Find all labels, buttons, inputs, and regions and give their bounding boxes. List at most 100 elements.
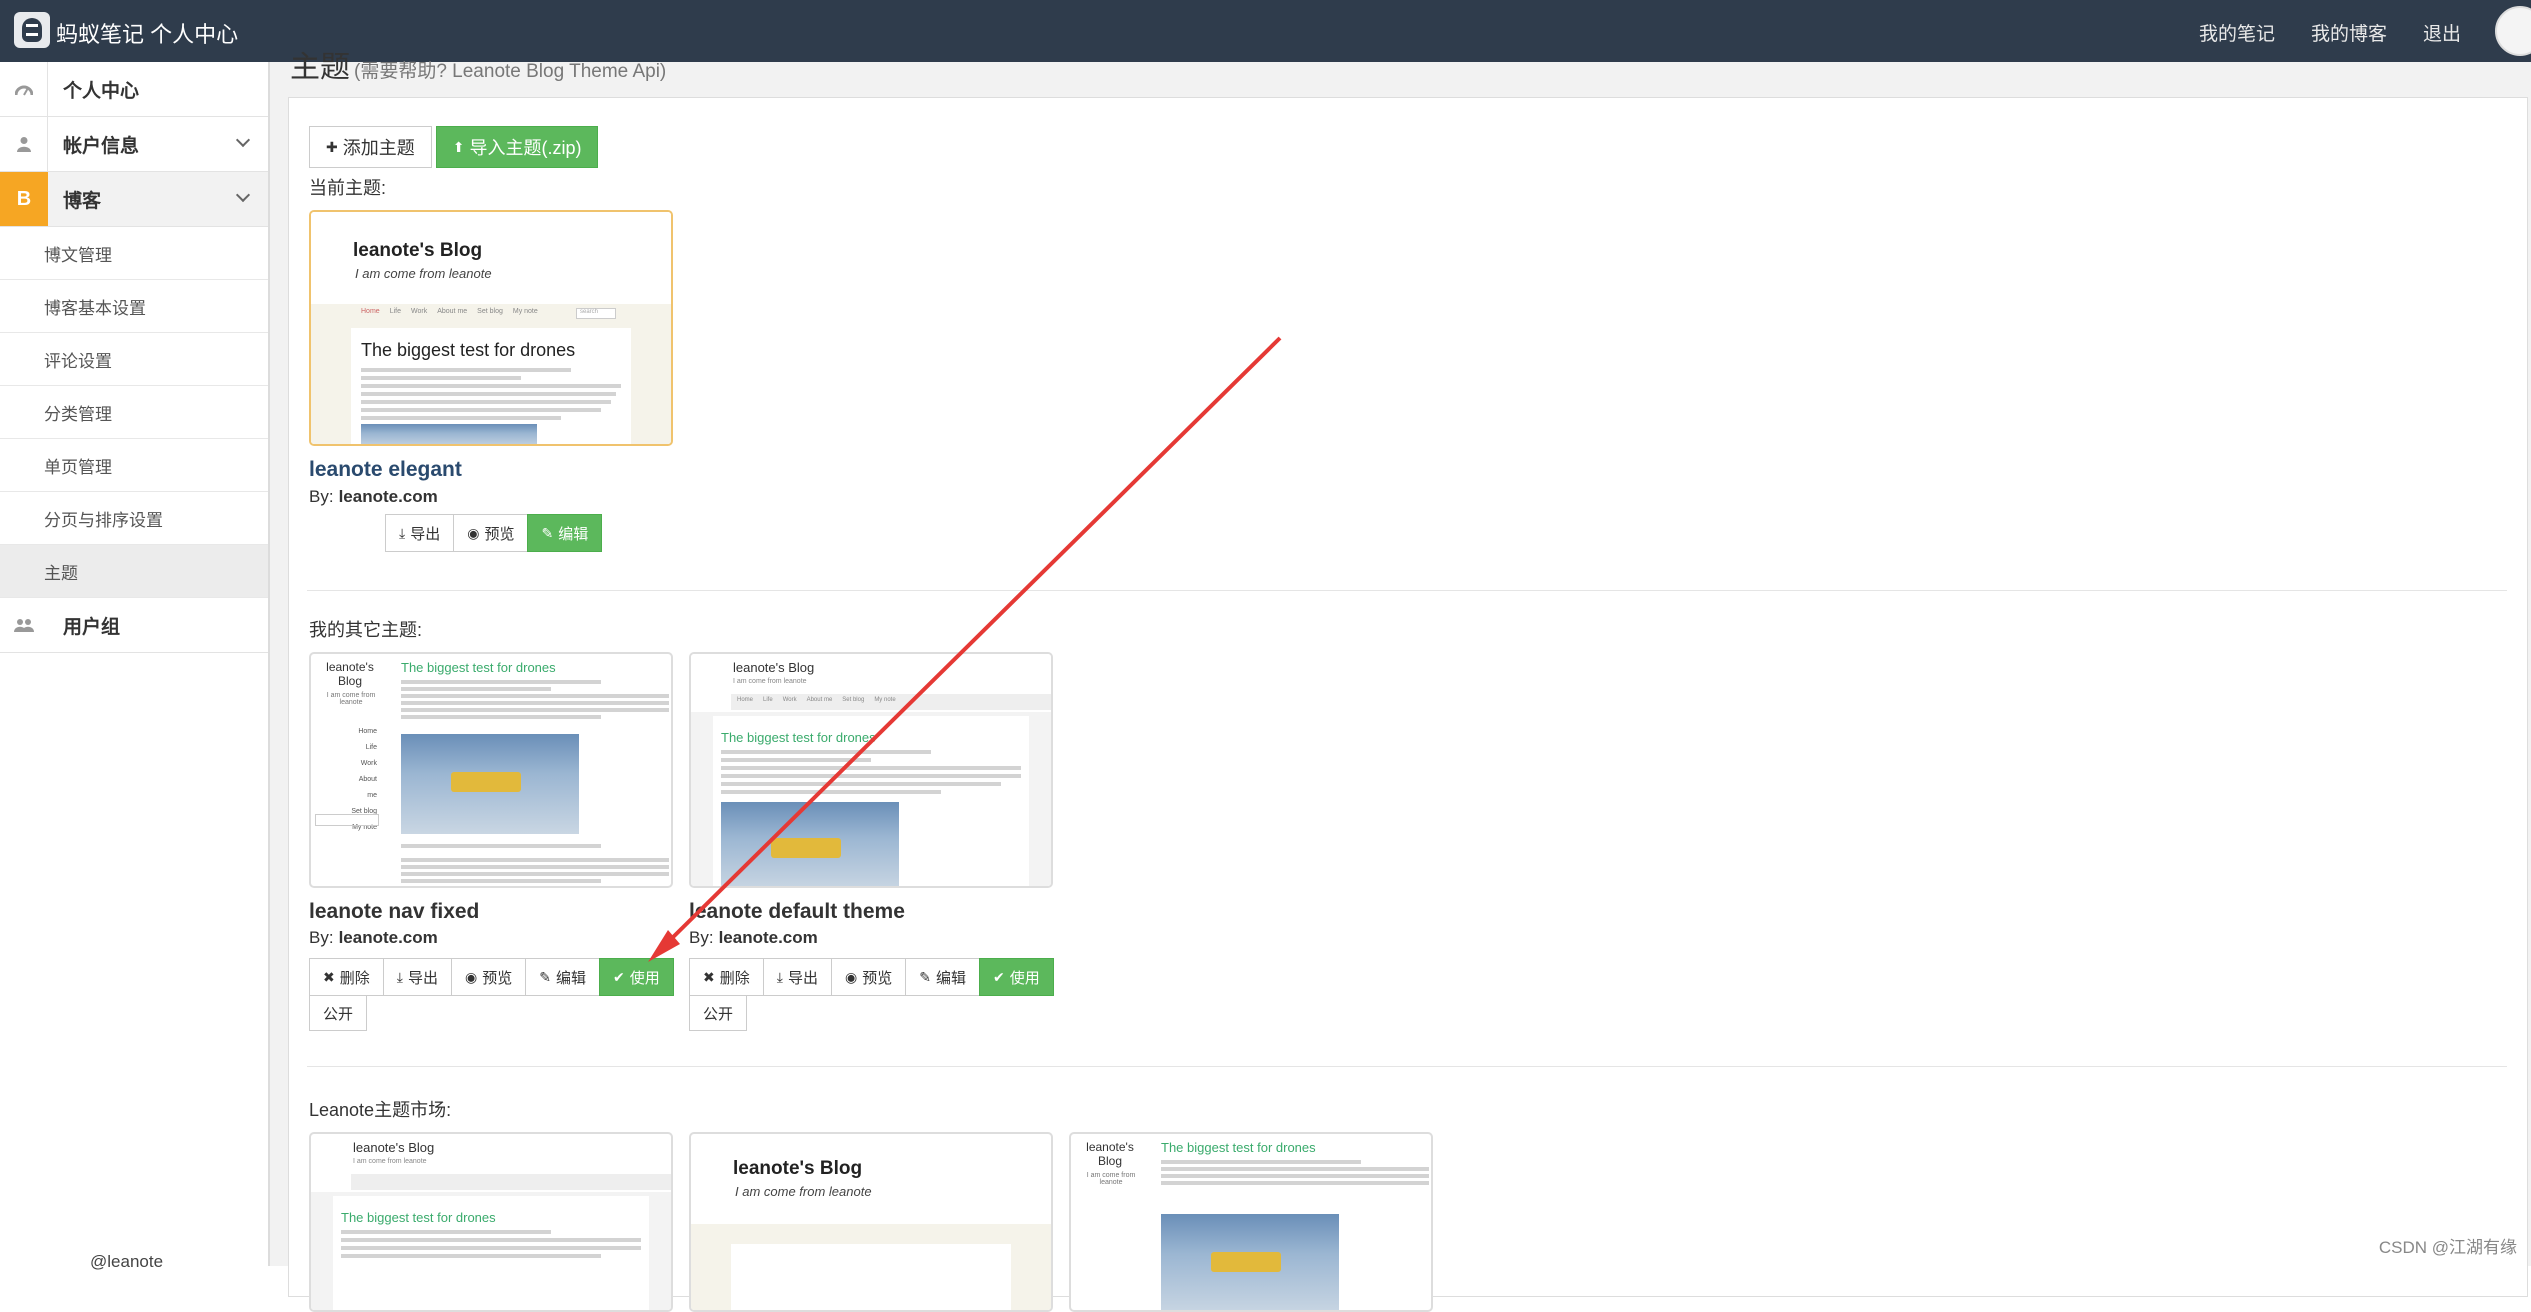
- preview-tagline: I am come from leanote: [355, 266, 492, 281]
- sidebar-sub-theme[interactable]: 主题: [0, 545, 268, 598]
- preview-nav-item: Home: [361, 308, 380, 316]
- pencil-icon: ✎: [539, 969, 551, 986]
- market-theme-preview-3[interactable]: leanote's Blog I am come from leanote Th…: [1069, 1132, 1433, 1312]
- sidebar-item-user-group[interactable]: 用户组: [0, 598, 268, 653]
- preview-label: 预览: [862, 967, 892, 988]
- preview-post-title: The biggest test for drones: [721, 730, 876, 745]
- preview-nav-item: Work: [411, 308, 427, 316]
- preview-search-box: search: [576, 308, 616, 319]
- sidebar-item-personal-center[interactable]: 个人中心: [0, 62, 268, 117]
- download-icon: ⤓: [777, 969, 783, 986]
- by-label: By:: [689, 928, 714, 947]
- sidebar-sub-blog-settings[interactable]: 博客基本设置: [0, 280, 268, 333]
- watermark: CSDN @江湖有缘: [2379, 1233, 2517, 1258]
- preview-nav: Home Life Work About me Set blog My note: [737, 697, 896, 704]
- current-theme-preview[interactable]: leanote's Blog I am come from leanote Ho…: [309, 210, 673, 446]
- use-button[interactable]: ✔ 使用: [599, 958, 674, 996]
- upload-icon: ⬆: [453, 139, 465, 156]
- preview-drone-photo: [361, 424, 537, 446]
- author-name: leanote.com: [339, 928, 438, 947]
- check-icon: ✔: [993, 969, 1005, 986]
- edit-button[interactable]: ✎ 编辑: [527, 514, 602, 552]
- export-button[interactable]: ⤓导出: [383, 958, 452, 996]
- use-label: 使用: [630, 967, 660, 988]
- theme-preview-default[interactable]: leanote's Blog I am come from leanote Ho…: [689, 652, 1053, 888]
- theme-panel: ✚添加主题 ⬆导入主题(.zip) 当前主题: leanote's Blog I…: [288, 97, 2528, 1297]
- theme-name-nav-fixed: leanote nav fixed: [309, 900, 479, 924]
- delete-button[interactable]: ✖删除: [309, 958, 384, 996]
- edit-button[interactable]: ✎ 编辑: [905, 958, 980, 996]
- theme-name-default: leanote default theme: [689, 900, 905, 924]
- preview-nav: Home Life Work About me Set blog My note: [361, 308, 538, 316]
- user-icon: [0, 117, 48, 171]
- sidebar-footer-text: @leanote: [90, 1252, 163, 1272]
- preview-blog-title: leanote's Blog: [733, 660, 814, 675]
- public-button[interactable]: 公开: [689, 995, 747, 1031]
- sidebar-sub-paging-sort-settings[interactable]: 分页与排序设置: [0, 492, 268, 545]
- preview-post-title: The biggest test for drones: [341, 1210, 496, 1225]
- author-name: leanote.com: [719, 928, 818, 947]
- pencil-icon: ✎: [541, 525, 553, 542]
- page-subtitle[interactable]: (需要帮助? Leanote Blog Theme Api): [354, 61, 666, 82]
- market-themes-label: Leanote主题市场:: [309, 1096, 451, 1122]
- preview-nav-item: Set blog: [842, 697, 864, 704]
- sidebar-item-account-info[interactable]: 帐户信息: [0, 117, 268, 172]
- theme-toolbar: ✚添加主题 ⬆导入主题(.zip): [309, 126, 598, 168]
- market-theme-preview-2[interactable]: leanote's Blog I am come from leanote: [689, 1132, 1053, 1312]
- preview-nav-item: Life: [763, 697, 773, 704]
- preview-button[interactable]: ◉ 预览: [831, 958, 906, 996]
- nav-logout[interactable]: 退出: [2423, 19, 2461, 46]
- sidebar-item-blog[interactable]: B 博客: [0, 172, 268, 227]
- plus-icon: ✚: [326, 139, 338, 156]
- sidebar-sub-single-page-manage[interactable]: 单页管理: [0, 439, 268, 492]
- preview-tagline: I am come from leanote: [1079, 1172, 1143, 1186]
- brand-title: 蚂蚁笔记 个人中心: [56, 17, 238, 49]
- page-title-text: 主题: [290, 51, 350, 84]
- theme-actions-nav-fixed: ✖删除 ⤓导出 ◉预览 ✎编辑 ✔ 使用: [309, 958, 674, 996]
- theme-preview-nav-fixed[interactable]: leanote's Blog I am come from leanote Ho…: [309, 652, 673, 888]
- edit-label: 编辑: [936, 967, 966, 988]
- market-theme-preview-1[interactable]: leanote's Blog I am come from leanote Th…: [309, 1132, 673, 1312]
- preview-nav-item: Work: [351, 756, 377, 772]
- sidebar-sub-category-manage[interactable]: 分类管理: [0, 386, 268, 439]
- nav-my-notes[interactable]: 我的笔记: [2199, 19, 2275, 46]
- times-icon: ✖: [703, 969, 715, 986]
- preview-nav-item: About me: [351, 772, 377, 804]
- preview-tagline: I am come from leanote: [733, 678, 807, 685]
- preview-blog-title: leanote's Blog: [1085, 1140, 1135, 1169]
- delete-label: 删除: [340, 967, 370, 988]
- current-theme-author: By:leanote.com: [309, 487, 438, 507]
- preview-tagline: I am come from leanote: [735, 1184, 872, 1199]
- drone-shape: [451, 772, 521, 792]
- edit-button[interactable]: ✎编辑: [525, 958, 600, 996]
- preview-button[interactable]: ◉预览: [451, 958, 526, 996]
- nav-my-blog[interactable]: 我的博客: [2311, 19, 2387, 46]
- preview-nav-item: About me: [437, 308, 467, 316]
- by-label: By:: [309, 487, 334, 506]
- sidebar-item-label: 博客: [63, 186, 101, 213]
- preview-nav-item: Set blog: [477, 308, 503, 316]
- add-theme-button[interactable]: ✚添加主题: [309, 126, 432, 168]
- preview-nav-item: My note: [513, 308, 538, 316]
- sidebar-sub-comment-settings[interactable]: 评论设置: [0, 333, 268, 386]
- sidebar-item-label: 个人中心: [63, 76, 139, 103]
- user-avatar[interactable]: [2495, 6, 2531, 56]
- use-button[interactable]: ✔使用: [979, 958, 1054, 996]
- import-theme-button[interactable]: ⬆导入主题(.zip): [436, 126, 599, 168]
- export-button[interactable]: ⤓导出: [763, 958, 832, 996]
- export-button[interactable]: ⤓导出: [385, 514, 454, 552]
- pencil-icon: ✎: [919, 969, 931, 986]
- divider: [307, 590, 2507, 591]
- leanote-logo-icon[interactable]: [14, 12, 50, 48]
- preview-button[interactable]: ◉预览: [453, 514, 528, 552]
- sidebar-item-label: 用户组: [63, 612, 120, 639]
- top-nav: 我的笔记 我的博客 退出: [2199, 19, 2461, 46]
- edit-label: 编辑: [558, 523, 588, 544]
- preview-nav-item: Home: [737, 697, 753, 704]
- delete-button[interactable]: ✖删除: [689, 958, 764, 996]
- eye-icon: ◉: [845, 969, 857, 986]
- sidebar-sub-post-manage[interactable]: 博文管理: [0, 227, 268, 280]
- check-icon: ✔: [613, 969, 625, 986]
- download-icon: ⤓: [397, 969, 403, 986]
- public-button[interactable]: 公开: [309, 995, 367, 1031]
